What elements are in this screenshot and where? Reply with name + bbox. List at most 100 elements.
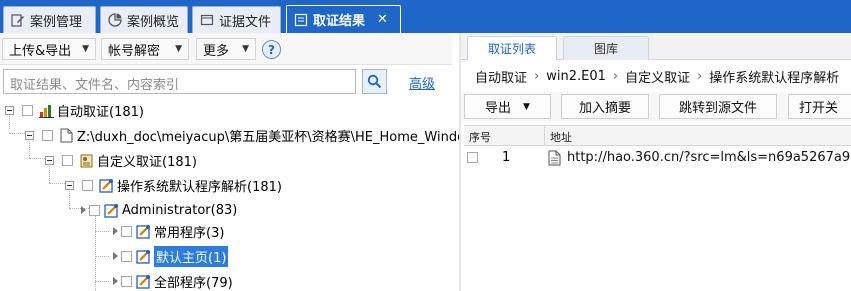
folder-icon <box>200 13 214 27</box>
edit-icon <box>11 13 25 27</box>
tree-checkbox[interactable] <box>121 275 132 287</box>
parse-icon <box>136 274 151 289</box>
auto-forensics-icon <box>39 103 54 118</box>
tree-node-label: 常用程序(3) <box>154 225 225 241</box>
row-index: 1 <box>502 150 511 165</box>
tree-node-label: 自定义取证(181) <box>97 154 197 170</box>
chart-icon <box>108 13 122 27</box>
tab-case-management[interactable]: 案例管理 <box>3 6 96 33</box>
parse-icon <box>136 249 151 264</box>
tree-node-label: 全部程序(79) <box>154 275 233 291</box>
breadcrumb-separator: › <box>612 68 619 84</box>
tree-node-label: Z:\duxh_doc\meiyacup\第五届美亚杯\资格赛\HE_Home_… <box>77 129 460 145</box>
open-button[interactable]: 打开关 <box>788 94 851 119</box>
tree-node-custom-forensics[interactable]: 自定义取证(181) <box>45 150 197 170</box>
expand-arrow-icon[interactable] <box>81 206 86 214</box>
close-icon[interactable]: ✕ <box>377 12 388 27</box>
column-header-index[interactable]: 序号 <box>469 129 491 145</box>
breadcrumb: 自动取证 › win2.E01 › 自定义取证 › 操作系统默认程序解析 <box>461 60 851 92</box>
tree-node-os-default-programs[interactable]: 操作系统默认程序解析(181) <box>65 175 282 195</box>
advanced-search-link[interactable]: 高级 <box>409 73 435 92</box>
tab-label: 案例管理 <box>30 14 83 30</box>
right-tab-bar: 取证列表 图库 <box>461 33 851 60</box>
collapse-icon[interactable] <box>45 155 54 165</box>
row-checkbox[interactable] <box>467 152 478 163</box>
tree-checkbox[interactable] <box>22 104 33 116</box>
tree-node-default-homepage[interactable]: 默认主页(1) <box>113 245 229 267</box>
search-button[interactable] <box>362 69 387 94</box>
tree-node-label: 默认主页(1) <box>154 245 229 267</box>
file-icon <box>59 128 74 143</box>
tree-node-evidence-path[interactable]: Z:\duxh_doc\meiyacup\第五届美亚杯\资格赛\HE_Home_… <box>25 125 460 145</box>
dropdown-label: 上传&导出 <box>9 43 72 59</box>
tree-checkbox[interactable] <box>121 225 132 237</box>
button-label: 打开关 <box>799 101 839 116</box>
tab-gallery[interactable]: 图库 <box>563 36 649 60</box>
column-header-address[interactable]: 地址 <box>550 129 572 145</box>
tab-label: 取证结果 <box>313 14 366 29</box>
button-label: 跳转到源文件 <box>678 101 757 116</box>
tree-node-label: Administrator(83) <box>122 202 238 218</box>
parse-icon <box>104 203 119 218</box>
table-row[interactable]: 1 http://hao.360.cn/?src=lm&ls=n69a5267a… <box>464 147 851 169</box>
right-toolbar: 导出 ▼ 加入摘要 跳转到源文件 打开关 <box>461 92 851 122</box>
add-summary-button[interactable]: 加入摘要 <box>561 94 649 119</box>
dropdown-label: 更多 <box>203 43 230 59</box>
collapse-icon[interactable] <box>25 130 34 140</box>
expand-arrow-icon[interactable] <box>113 252 118 260</box>
tree-node-auto-forensics[interactable]: 自动取证(181) <box>5 100 144 120</box>
tree-checkbox[interactable] <box>89 204 100 216</box>
breadcrumb-item[interactable]: 操作系统默认程序解析 <box>709 67 839 86</box>
tree-node-label: 自动取证(181) <box>57 104 144 120</box>
jump-to-source-button[interactable]: 跳转到源文件 <box>659 94 777 119</box>
search-input[interactable]: 取证结果、文件名、内容索引 <box>3 69 356 94</box>
breadcrumb-separator: › <box>697 68 703 84</box>
button-label: 加入摘要 <box>578 101 631 116</box>
tab-label: 证据文件 <box>219 14 272 30</box>
results-tree: 自动取证(181) Z:\duxh_doc\meiyacup\第五届美亚杯\资格… <box>0 97 460 291</box>
tree-node-administrator[interactable]: Administrator(83) <box>81 200 237 220</box>
custom-forensics-icon <box>79 153 94 168</box>
tree-checkbox[interactable] <box>62 154 73 166</box>
column-divider[interactable] <box>544 126 545 146</box>
chevron-down-icon: ▼ <box>175 44 182 54</box>
export-button[interactable]: 导出 ▼ <box>464 94 551 119</box>
breadcrumb-item[interactable]: 自定义取证 <box>625 67 690 86</box>
tree-node-label: 操作系统默认程序解析(181) <box>117 179 282 195</box>
parse-icon <box>99 178 114 193</box>
breadcrumb-item[interactable]: win2.E01 <box>546 69 606 84</box>
left-toolbar: 上传&导出 ▼ 帐号解密 ▼ 更多 ▼ ? <box>0 33 452 65</box>
tab-forensics-results[interactable]: 取证结果 ✕ <box>286 5 401 33</box>
tree-checkbox[interactable] <box>82 179 93 191</box>
tree-node-all-programs[interactable]: 全部程序(79) <box>113 271 233 291</box>
tree-checkbox[interactable] <box>42 129 53 141</box>
help-icon[interactable]: ? <box>262 40 281 59</box>
parse-icon <box>136 224 151 239</box>
account-decrypt-dropdown[interactable]: 帐号解密 ▼ <box>101 38 189 60</box>
chevron-down-icon: ▼ <box>82 44 89 54</box>
upload-export-dropdown[interactable]: 上传&导出 ▼ <box>2 38 96 60</box>
breadcrumb-item[interactable]: 自动取证 <box>475 67 527 86</box>
tree-node-common-programs[interactable]: 常用程序(3) <box>113 221 224 241</box>
expand-arrow-icon[interactable] <box>113 277 118 285</box>
chevron-down-icon: ▼ <box>523 101 530 112</box>
collapse-icon[interactable] <box>5 105 14 115</box>
tab-evidence-files[interactable]: 证据文件 <box>192 6 281 33</box>
more-dropdown[interactable]: 更多 ▼ <box>196 38 256 60</box>
expand-arrow-icon[interactable] <box>113 227 118 235</box>
file-icon <box>548 150 562 166</box>
document-tab-bar: 案例管理 案例概览 证据文件 取证结果 ✕ <box>0 0 851 33</box>
list-icon <box>294 13 308 27</box>
tab-label: 案例概览 <box>127 14 180 30</box>
tree-checkbox[interactable] <box>121 250 132 262</box>
tab-evidence-list[interactable]: 取证列表 <box>467 36 557 60</box>
breadcrumb-separator: › <box>534 68 540 84</box>
results-table-header: 序号 地址 <box>464 125 851 146</box>
tab-case-overview[interactable]: 案例概览 <box>100 6 188 33</box>
collapse-icon[interactable] <box>65 180 74 190</box>
search-icon <box>367 74 382 89</box>
row-address: http://hao.360.cn/?src=lm&ls=n69a5267a99 <box>567 150 851 165</box>
button-label: 导出 <box>485 101 512 116</box>
dropdown-label: 帐号解密 <box>108 43 161 59</box>
chevron-down-icon: ▼ <box>242 44 249 54</box>
